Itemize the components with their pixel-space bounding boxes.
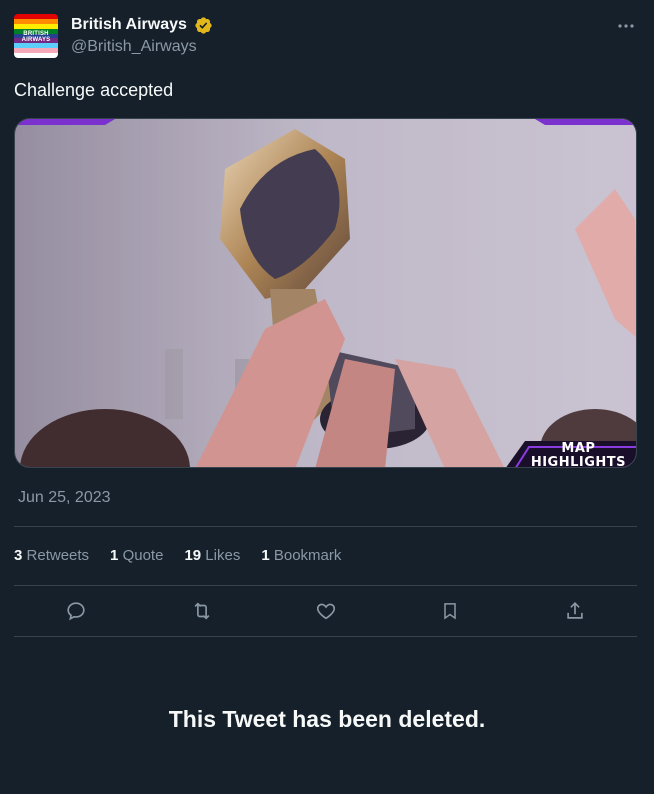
divider xyxy=(14,585,637,586)
tweet-text: Challenge accepted xyxy=(14,80,174,100)
tweet-timestamp[interactable]: Jun 25, 2023 xyxy=(18,489,111,507)
stat-count: 3 xyxy=(14,547,23,564)
avatar[interactable]: BRITISH AIRWAYS xyxy=(14,14,58,58)
share-button[interactable] xyxy=(563,599,587,623)
stat-count: 19 xyxy=(184,547,202,564)
deleted-tweet-notice: This Tweet has been deleted. xyxy=(168,706,486,732)
action-bar xyxy=(14,593,637,629)
stat-count: 1 xyxy=(110,547,119,564)
reply-button[interactable] xyxy=(64,599,88,623)
display-name[interactable]: British Airways xyxy=(71,16,187,34)
verified-badge-icon xyxy=(195,17,212,34)
media-overlay-line2: HIGHLIGHTS xyxy=(530,455,626,468)
tweet-card: BRITISH AIRWAYS British Airways @British… xyxy=(0,0,654,794)
bookmark-icon xyxy=(444,603,456,620)
media-overlay-badge: MAP HIGHLIGHTS xyxy=(531,442,626,468)
stat-quotes[interactable]: 1 Quote xyxy=(110,547,163,567)
share-icon xyxy=(567,602,583,619)
stat-count: 1 xyxy=(261,547,270,564)
stat-bookmarks[interactable]: 1 Bookmark xyxy=(261,547,341,567)
divider xyxy=(14,636,637,637)
user-handle[interactable]: @British_Airways xyxy=(71,38,197,56)
divider xyxy=(14,526,637,527)
media-overlay-line1: MAP xyxy=(561,441,596,456)
avatar-logo-text: BRITISH AIRWAYS xyxy=(21,31,51,43)
like-icon xyxy=(316,603,336,620)
stat-retweets[interactable]: 3 Retweets xyxy=(14,547,89,567)
stat-likes[interactable]: 19 Likes xyxy=(184,547,240,567)
stat-label: Likes xyxy=(205,547,241,564)
bookmark-button[interactable] xyxy=(438,599,462,623)
retweet-icon xyxy=(194,602,210,620)
tweet-media-image[interactable]: MAP HIGHLIGHTS xyxy=(14,118,637,468)
like-button[interactable] xyxy=(314,599,338,623)
trophy-photo xyxy=(15,119,636,467)
reply-icon xyxy=(67,602,85,621)
stat-label: Retweets xyxy=(26,547,90,564)
stat-label: Bookmark xyxy=(273,547,342,564)
stat-label: Quote xyxy=(122,547,164,564)
retweet-button[interactable] xyxy=(190,599,214,623)
engagement-stats: 3 Retweets 1 Quote 19 Likes 1 Bookmark xyxy=(14,547,362,567)
more-options-icon[interactable] xyxy=(616,16,636,36)
